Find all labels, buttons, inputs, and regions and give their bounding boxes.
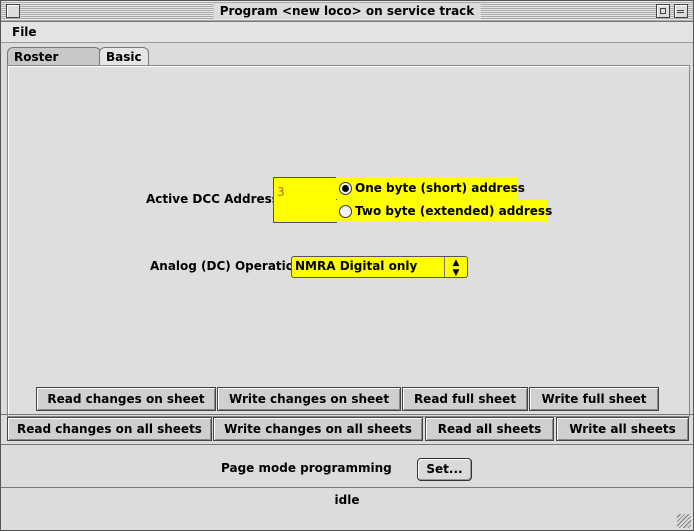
read-changes-sheet-button[interactable]: Read changes on sheet	[36, 387, 216, 411]
analog-operation-value: NMRA Digital only	[295, 259, 418, 273]
short-address-label: One byte (short) address	[355, 181, 525, 195]
divider	[1, 487, 693, 488]
long-address-option[interactable]: Two byte (extended) address	[336, 200, 552, 222]
programming-mode-label: Page mode programming	[221, 461, 392, 475]
radio-selected-icon[interactable]	[339, 182, 352, 195]
address-field[interactable]	[273, 177, 337, 223]
zoom-box-icon[interactable]	[656, 4, 670, 18]
tab-roster-entry[interactable]: Roster Entry	[7, 47, 101, 82]
program-window: Program <new loco> on service track File…	[0, 0, 694, 531]
menu-file[interactable]: File	[12, 25, 37, 39]
menu-bar: File	[1, 22, 693, 43]
write-full-sheet-button[interactable]: Write full sheet	[529, 387, 659, 411]
radio-unselected-icon[interactable]	[339, 205, 352, 218]
write-changes-sheet-button[interactable]: Write changes on sheet	[217, 387, 401, 411]
set-mode-button[interactable]: Set...	[417, 458, 472, 481]
address-input[interactable]	[277, 185, 327, 199]
write-changes-all-sheets-button[interactable]: Write changes on all sheets	[213, 417, 423, 441]
analog-operation-label: Analog (DC) Operation	[150, 259, 303, 273]
address-label: Active DCC Address:	[146, 192, 284, 206]
short-address-option[interactable]: One byte (short) address	[336, 177, 525, 199]
long-address-label: Two byte (extended) address	[355, 204, 553, 218]
divider	[1, 444, 693, 445]
status-text: idle	[334, 493, 360, 507]
window-title: Program <new loco> on service track	[213, 3, 481, 19]
title-bar[interactable]: Program <new loco> on service track	[1, 1, 693, 22]
read-changes-all-sheets-button[interactable]: Read changes on all sheets	[7, 417, 212, 441]
basic-panel	[7, 65, 690, 417]
tab-basic[interactable]: Basic	[99, 47, 149, 67]
read-all-sheets-button[interactable]: Read all sheets	[425, 417, 554, 441]
read-full-sheet-button[interactable]: Read full sheet	[402, 387, 528, 411]
resize-grip-icon[interactable]	[677, 514, 691, 528]
write-all-sheets-button[interactable]: Write all sheets	[556, 417, 689, 441]
collapse-box-icon[interactable]	[674, 4, 688, 18]
divider	[1, 414, 693, 415]
analog-operation-select[interactable]: NMRA Digital only ▲ ▼	[291, 256, 468, 278]
up-down-arrows-icon: ▲ ▼	[444, 257, 467, 278]
close-box-icon[interactable]	[6, 4, 20, 18]
